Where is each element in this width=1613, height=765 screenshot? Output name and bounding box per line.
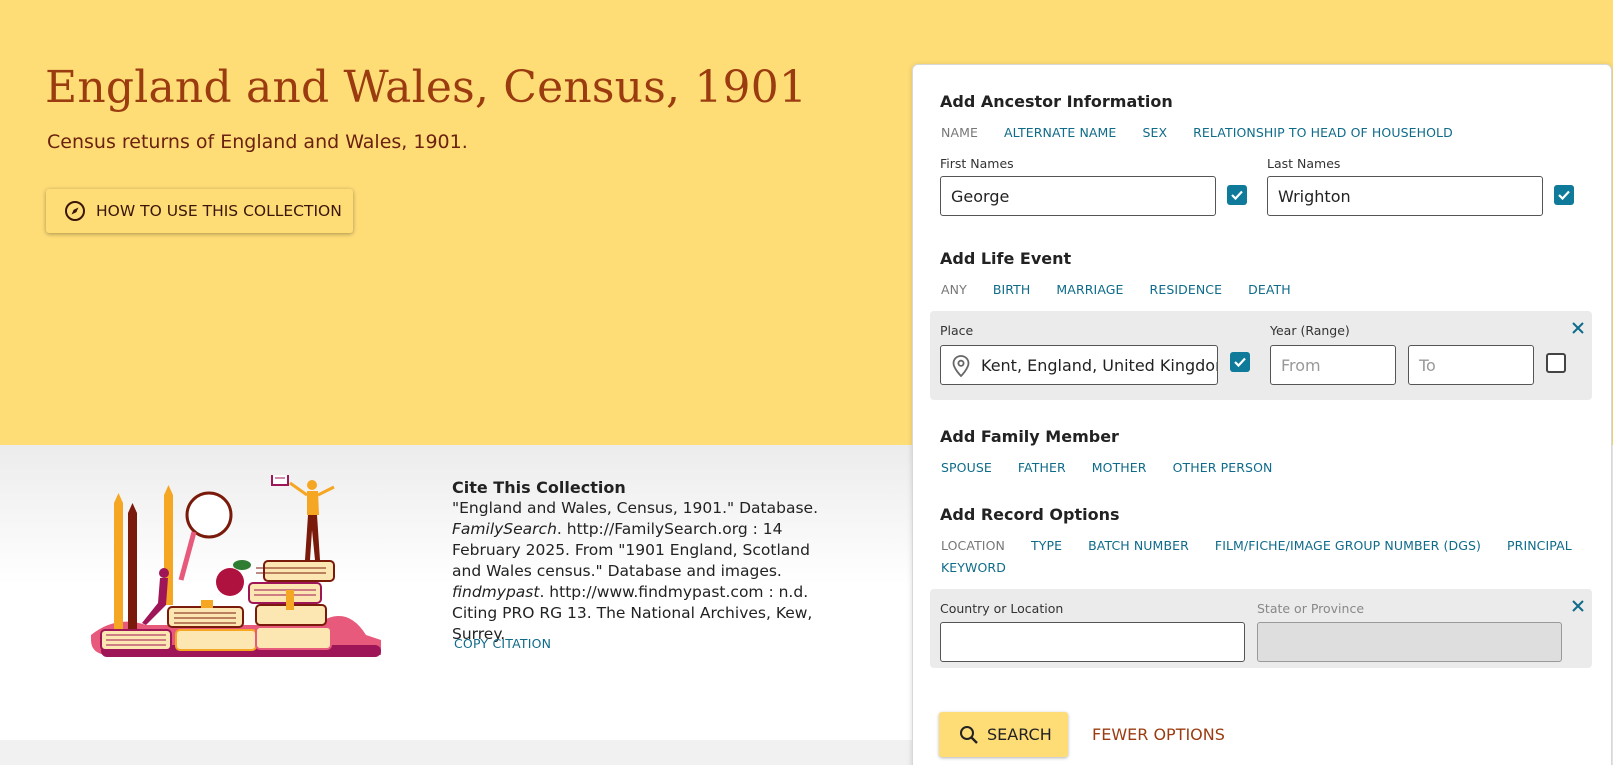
tab-death[interactable]: DEATH bbox=[1248, 282, 1291, 297]
close-icon[interactable] bbox=[1570, 320, 1586, 336]
citation-block: Cite This Collection "England and Wales,… bbox=[452, 477, 842, 645]
check-icon bbox=[1234, 357, 1246, 368]
tab-residence[interactable]: RESIDENCE bbox=[1150, 282, 1223, 297]
books-illustration bbox=[91, 475, 381, 657]
tab-any[interactable]: ANY bbox=[941, 282, 967, 297]
year-to-input[interactable]: To bbox=[1408, 345, 1534, 385]
fewer-options-link[interactable]: FEWER OPTIONS bbox=[1092, 725, 1225, 744]
tab-type[interactable]: TYPE bbox=[1031, 538, 1062, 553]
how-to-use-label: HOW TO USE THIS COLLECTION bbox=[96, 202, 342, 220]
tab-name[interactable]: NAME bbox=[941, 125, 978, 140]
compass-icon bbox=[64, 200, 86, 222]
tab-mother[interactable]: MOTHER bbox=[1092, 460, 1147, 475]
tab-principal[interactable]: PRINCIPAL bbox=[1507, 538, 1572, 553]
citation-text: "England and Wales, Census, 1901." Datab… bbox=[452, 499, 818, 643]
state-input[interactable] bbox=[1257, 622, 1562, 662]
first-names-label: First Names bbox=[940, 156, 1014, 171]
place-exact-checkbox[interactable] bbox=[1230, 352, 1250, 372]
tab-other-person[interactable]: OTHER PERSON bbox=[1173, 460, 1273, 475]
last-names-label: Last Names bbox=[1267, 156, 1341, 171]
state-label: State or Province bbox=[1257, 601, 1365, 616]
ancestor-tabs: NAME ALTERNATE NAME SEX RELATIONSHIP TO … bbox=[941, 125, 1479, 140]
page-title: England and Wales, Census, 1901 bbox=[45, 62, 808, 113]
copy-citation-link[interactable]: COPY CITATION bbox=[454, 636, 551, 651]
country-label: Country or Location bbox=[940, 601, 1064, 616]
search-button[interactable]: SEARCH bbox=[939, 712, 1068, 757]
year-range-label: Year (Range) bbox=[1270, 323, 1350, 338]
place-label: Place bbox=[940, 323, 974, 338]
tab-alternate-name[interactable]: ALTERNATE NAME bbox=[1004, 125, 1116, 140]
record-options-tabs-row2: KEYWORD bbox=[941, 560, 1032, 575]
how-to-use-button[interactable]: HOW TO USE THIS COLLECTION bbox=[46, 189, 353, 233]
year-from-input[interactable]: From bbox=[1270, 345, 1396, 385]
citation-heading: Cite This Collection bbox=[452, 478, 626, 497]
tab-relationship[interactable]: RELATIONSHIP TO HEAD OF HOUSEHOLD bbox=[1193, 125, 1453, 140]
first-names-input[interactable]: George bbox=[940, 176, 1216, 216]
life-event-tabs: ANY BIRTH MARRIAGE RESIDENCE DEATH bbox=[941, 282, 1317, 297]
tab-father[interactable]: FATHER bbox=[1018, 460, 1066, 475]
search-label: SEARCH bbox=[987, 725, 1052, 744]
place-value: Kent, England, United Kingdom bbox=[981, 355, 1218, 375]
tab-film-fiche[interactable]: FILM/FICHE/IMAGE GROUP NUMBER (DGS) bbox=[1215, 538, 1481, 553]
location-pin-icon bbox=[952, 355, 970, 377]
tab-sex[interactable]: SEX bbox=[1142, 125, 1167, 140]
last-names-input[interactable]: Wrighton bbox=[1267, 176, 1543, 216]
check-icon bbox=[1558, 190, 1570, 201]
tab-batch-number[interactable]: BATCH NUMBER bbox=[1088, 538, 1189, 553]
tab-keyword[interactable]: KEYWORD bbox=[941, 560, 1006, 575]
close-icon[interactable] bbox=[1570, 598, 1586, 614]
tab-location[interactable]: LOCATION bbox=[941, 538, 1005, 553]
first-names-exact-checkbox[interactable] bbox=[1227, 185, 1247, 205]
check-icon bbox=[1231, 190, 1243, 201]
divider-strip bbox=[0, 740, 912, 765]
place-input[interactable]: Kent, England, United Kingdom bbox=[940, 345, 1218, 385]
page-subtitle: Census returns of England and Wales, 190… bbox=[47, 131, 468, 153]
ancestor-heading: Add Ancestor Information bbox=[940, 92, 1173, 111]
family-member-heading: Add Family Member bbox=[940, 427, 1119, 446]
life-event-heading: Add Life Event bbox=[940, 249, 1072, 268]
year-exact-checkbox[interactable] bbox=[1546, 353, 1566, 373]
country-input[interactable] bbox=[940, 622, 1245, 662]
record-options-heading: Add Record Options bbox=[940, 505, 1120, 524]
tab-birth[interactable]: BIRTH bbox=[993, 282, 1031, 297]
last-names-exact-checkbox[interactable] bbox=[1554, 185, 1574, 205]
tab-marriage[interactable]: MARRIAGE bbox=[1056, 282, 1123, 297]
family-member-tabs: SPOUSE FATHER MOTHER OTHER PERSON bbox=[941, 460, 1298, 475]
search-icon bbox=[960, 725, 978, 744]
tab-spouse[interactable]: SPOUSE bbox=[941, 460, 992, 475]
record-options-tabs: LOCATION TYPE BATCH NUMBER FILM/FICHE/IM… bbox=[941, 538, 1598, 553]
